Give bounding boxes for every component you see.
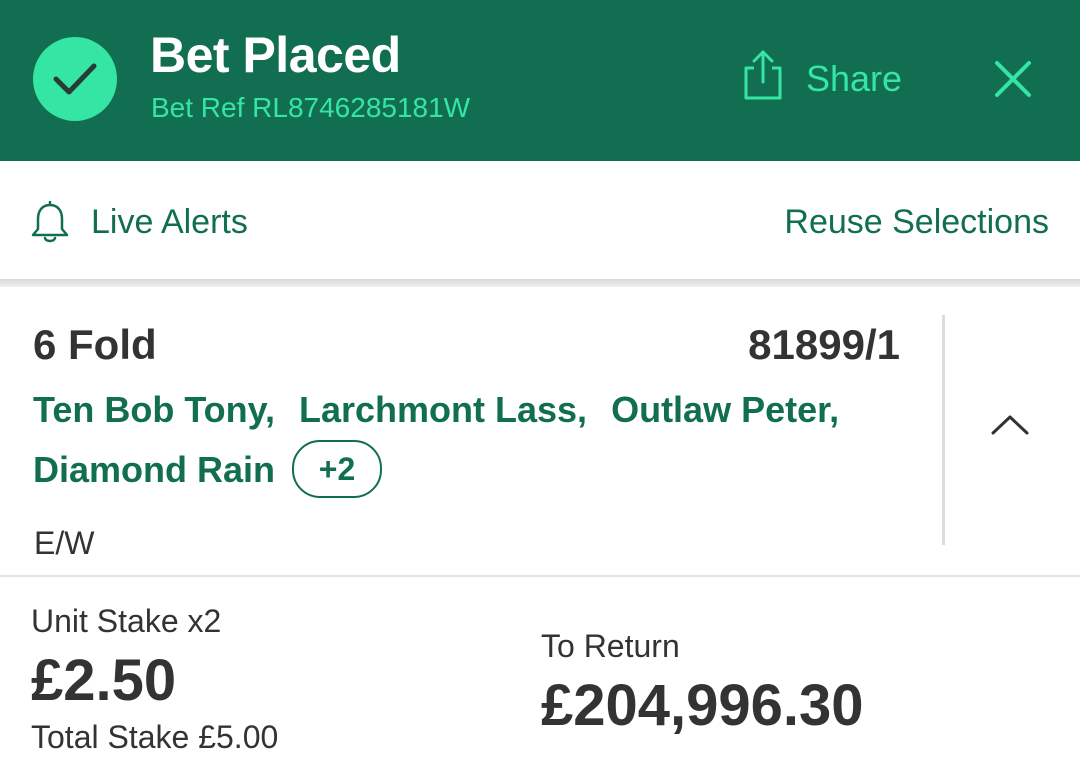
share-icon: [744, 50, 782, 100]
unit-stake-label: Unit Stake x2: [31, 603, 222, 639]
bet-actions-bar: Live Alerts Reuse Selections: [0, 161, 1080, 279]
selection-name: Outlaw Peter,: [611, 389, 840, 430]
chevron-up-icon: [991, 415, 1029, 435]
stake-summary: Unit Stake x2 £2.50 Total Stake £5.00 To…: [0, 577, 1080, 772]
share-button[interactable]: Share: [740, 48, 910, 106]
selections-line: Ten Bob Tony, Larchmont Lass, Outlaw Pet…: [33, 389, 853, 431]
reuse-selections-button[interactable]: Reuse Selections: [784, 203, 1049, 242]
selections-line: Diamond Rain: [33, 449, 289, 491]
bet-odds: 81899/1: [748, 321, 900, 368]
total-stake: Total Stake £5.00: [31, 719, 279, 755]
share-label: Share: [806, 58, 903, 99]
checkmark-icon: [33, 37, 117, 121]
unit-stake-value: £2.50: [31, 648, 177, 713]
bet-placed-header: Bet Placed Bet Ref RL8746285181W Share: [0, 0, 1080, 161]
bet-summary-card: 6 Fold 81899/1 Ten Bob Tony, Larchmont L…: [0, 287, 1080, 576]
each-way-label: E/W: [34, 525, 95, 561]
close-icon: [995, 61, 1031, 97]
to-return-label: To Return: [541, 628, 680, 664]
bell-icon[interactable]: [30, 201, 70, 243]
live-alerts-button[interactable]: Live Alerts: [91, 203, 248, 242]
to-return-value: £204,996.30: [541, 673, 864, 738]
selection-name: Ten Bob Tony,: [33, 389, 275, 430]
selection-name: Diamond Rain: [33, 449, 276, 490]
selection-name: Larchmont Lass,: [298, 389, 588, 430]
bet-reference: Bet Ref RL8746285181W: [151, 92, 471, 123]
vertical-divider: [942, 315, 945, 545]
bet-type: 6 Fold: [33, 321, 157, 368]
more-selections-badge[interactable]: +2: [292, 440, 382, 498]
collapse-button[interactable]: [985, 407, 1035, 443]
page-title: Bet Placed: [150, 27, 401, 83]
section-divider: [0, 279, 1080, 287]
close-button[interactable]: [990, 56, 1036, 102]
